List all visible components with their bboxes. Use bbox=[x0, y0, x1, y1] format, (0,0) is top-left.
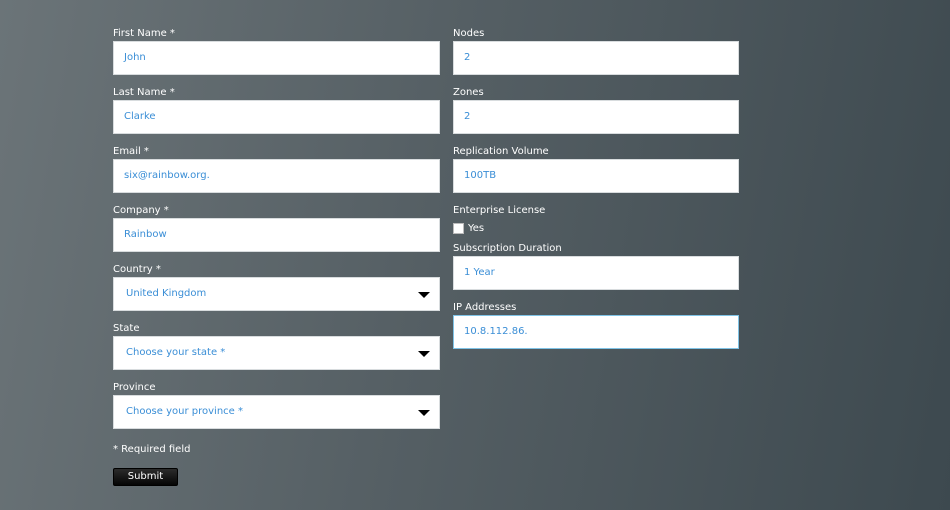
subscription-duration-label: Subscription Duration bbox=[453, 243, 562, 254]
company-input[interactable]: Rainbow bbox=[113, 218, 440, 252]
ip-addresses-field: IP Addresses 10.8.112.86. bbox=[453, 302, 739, 349]
replication-volume-field: Replication Volume 100TB bbox=[453, 146, 739, 193]
nodes-input[interactable]: 2 bbox=[453, 41, 739, 75]
submit-button[interactable]: Submit bbox=[113, 468, 178, 486]
email-input[interactable]: six@rainbow.org. bbox=[113, 159, 440, 193]
state-field: State Choose your state * bbox=[113, 323, 440, 370]
first-name-label: First Name * bbox=[113, 28, 175, 39]
state-value: Choose your state * bbox=[126, 347, 226, 358]
required-field-note: * Required field bbox=[113, 444, 191, 455]
email-field: Email * six@rainbow.org. bbox=[113, 146, 440, 193]
nodes-label: Nodes bbox=[453, 28, 485, 39]
last-name-input[interactable]: Clarke bbox=[113, 100, 440, 134]
enterprise-license-label: Enterprise License bbox=[453, 205, 546, 216]
zones-field: Zones 2 bbox=[453, 87, 739, 134]
company-label: Company * bbox=[113, 205, 169, 216]
first-name-field: First Name * John bbox=[113, 28, 440, 75]
ip-addresses-label: IP Addresses bbox=[453, 302, 517, 313]
province-select[interactable]: Choose your province * bbox=[113, 395, 440, 429]
state-label: State bbox=[113, 323, 140, 334]
province-label: Province bbox=[113, 382, 156, 393]
ip-addresses-input[interactable]: 10.8.112.86. bbox=[453, 315, 739, 349]
enterprise-license-checkbox[interactable] bbox=[453, 222, 464, 234]
enterprise-license-yes-label[interactable]: Yes bbox=[468, 223, 484, 234]
chevron-down-icon[interactable] bbox=[418, 351, 430, 357]
zones-value: 2 bbox=[464, 111, 471, 122]
country-value: United Kingdom bbox=[126, 288, 207, 299]
ip-addresses-value: 10.8.112.86. bbox=[464, 326, 528, 337]
chevron-down-icon[interactable] bbox=[418, 410, 430, 416]
company-value: Rainbow bbox=[124, 229, 167, 240]
subscription-duration-field: Subscription Duration 1 Year bbox=[453, 243, 739, 290]
email-label: Email * bbox=[113, 146, 149, 157]
subscription-duration-input[interactable]: 1 Year bbox=[453, 256, 739, 290]
form-left-column: First Name * John Last Name * Clarke Ema… bbox=[113, 28, 440, 441]
country-field: Country * United Kingdom bbox=[113, 264, 440, 311]
last-name-label: Last Name * bbox=[113, 87, 175, 98]
form-right-column: Nodes 2 Zones 2 Replication Volume 100TB… bbox=[453, 28, 739, 361]
chevron-down-icon[interactable] bbox=[418, 292, 430, 298]
nodes-field: Nodes 2 bbox=[453, 28, 739, 75]
first-name-input[interactable]: John bbox=[113, 41, 440, 75]
country-select[interactable]: United Kingdom bbox=[113, 277, 440, 311]
enterprise-license-option: Yes bbox=[453, 221, 739, 235]
last-name-field: Last Name * Clarke bbox=[113, 87, 440, 134]
province-field: Province Choose your province * bbox=[113, 382, 440, 429]
zones-label: Zones bbox=[453, 87, 484, 98]
state-select[interactable]: Choose your state * bbox=[113, 336, 440, 370]
zones-input[interactable]: 2 bbox=[453, 100, 739, 134]
email-value: six@rainbow.org. bbox=[124, 170, 210, 181]
last-name-value: Clarke bbox=[124, 111, 156, 122]
company-field: Company * Rainbow bbox=[113, 205, 440, 252]
province-value: Choose your province * bbox=[126, 406, 243, 417]
first-name-value: John bbox=[124, 52, 146, 63]
enterprise-license-field: Enterprise License Yes bbox=[453, 205, 739, 235]
nodes-value: 2 bbox=[464, 52, 471, 63]
replication-volume-label: Replication Volume bbox=[453, 146, 549, 157]
replication-volume-input[interactable]: 100TB bbox=[453, 159, 739, 193]
replication-volume-value: 100TB bbox=[464, 170, 497, 181]
subscription-duration-value: 1 Year bbox=[464, 267, 495, 278]
country-label: Country * bbox=[113, 264, 161, 275]
